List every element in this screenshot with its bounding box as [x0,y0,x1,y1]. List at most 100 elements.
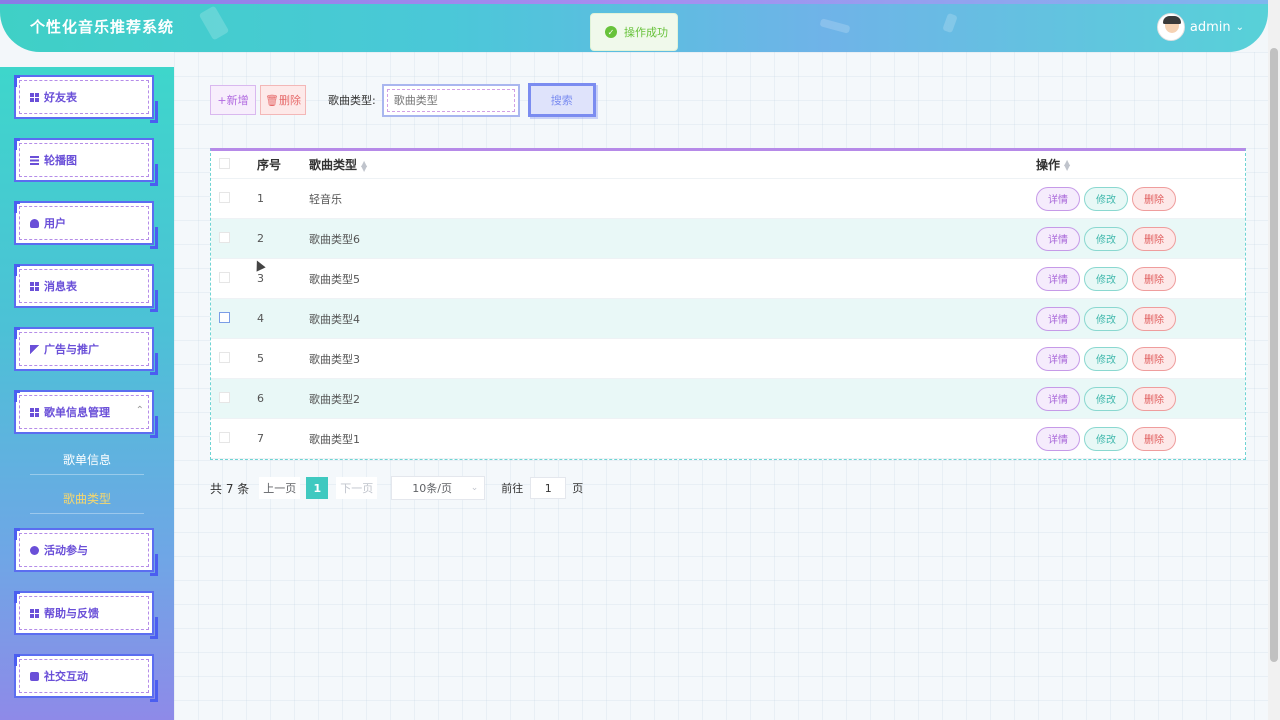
song-type-table: 序号 歌曲类型 ▲ ▼ 操作 ▲ ▼ 1 轻音乐 详情 修改 删除 2 歌曲类型6 详情… [210,148,1246,460]
sidebar-item-carousel[interactable]: 轮播图 [14,138,158,186]
pagination: 共 7 条 上一页 1 下一页 10条/页 ⌄ 前往 1 页 [210,476,583,500]
row-index: 3 [257,272,264,285]
detail-button[interactable]: 详情 [1036,186,1080,211]
edit-button[interactable]: 修改 [1084,346,1128,371]
sidebar-item-messages[interactable]: 消息表 [14,264,158,312]
grid-icon [30,608,39,618]
remove-button[interactable]: 删除 [1132,226,1176,251]
sidebar-item-activity[interactable]: 活动参与 [14,528,158,576]
column-header-index: 序号 [257,158,282,172]
remove-button[interactable]: 删除 [1132,346,1176,371]
search-button[interactable]: 搜索 [527,83,596,117]
table-row: 4 歌曲类型4 详情 修改 删除 [211,299,1245,339]
column-header-type-label: 歌曲类型 [309,158,358,172]
sidebar-item-label: 轮播图 [44,154,77,167]
page-scrollbar[interactable] [1268,0,1280,720]
next-page-button[interactable]: 下一页 [336,477,378,499]
row-type: 歌曲类型5 [309,272,360,286]
delete-button[interactable]: 🗑 删除 [260,85,306,115]
column-header-ops-label: 操作 [1036,158,1061,172]
sidebar-item-label: 消息表 [44,280,77,293]
row-checkbox[interactable] [219,311,230,323]
row-checkbox[interactable] [219,391,230,403]
submenu-item-playlist-info[interactable]: 歌单信息 [30,445,144,475]
row-index: 2 [257,232,264,245]
grid-icon [30,92,39,102]
detail-button[interactable]: 详情 [1036,226,1080,251]
table-row: 2 歌曲类型6 详情 修改 删除 [211,219,1245,259]
page-number-current[interactable]: 1 [306,477,329,499]
remove-button[interactable]: 删除 [1132,266,1176,291]
avatar[interactable] [1156,13,1185,41]
check-icon [30,671,39,681]
user-menu[interactable]: admin ⌄ [1156,13,1244,41]
row-checkbox[interactable] [219,351,230,363]
grid-icon [30,281,39,291]
add-button[interactable]: +新增 [210,85,256,115]
detail-button[interactable]: 详情 [1036,426,1080,451]
sidebar-item-label: 社交互动 [44,670,88,683]
row-checkbox[interactable] [219,191,230,203]
row-checkbox[interactable] [219,231,230,243]
column-header-ops[interactable]: 操作 ▲ ▼ [1036,156,1245,173]
sidebar-item-label: 活动参与 [44,544,88,557]
row-checkbox[interactable] [219,271,230,283]
chevron-down-icon[interactable]: ⌄ [1236,22,1244,33]
song-type-filter[interactable] [381,83,520,117]
ad-icon [30,344,39,354]
username[interactable]: admin [1190,20,1231,35]
row-type: 歌曲类型1 [309,432,360,446]
song-type-input[interactable] [386,88,515,112]
remove-button[interactable]: 删除 [1132,186,1176,211]
row-index: 7 [257,432,264,445]
chevron-up-icon[interactable]: ⌃ [136,405,144,416]
toast-message: 操作成功 [624,26,668,39]
goto-page-input[interactable]: 1 [530,477,567,499]
success-toast: ✓ 操作成功 [590,13,678,51]
edit-button[interactable]: 修改 [1084,306,1128,331]
detail-button[interactable]: 详情 [1036,386,1080,411]
edit-button[interactable]: 修改 [1084,226,1128,251]
sidebar-item-label: 歌单信息管理 [44,406,110,419]
remove-button[interactable]: 删除 [1132,426,1176,451]
edit-button[interactable]: 修改 [1084,426,1128,451]
detail-button[interactable]: 详情 [1036,266,1080,291]
table-row: 1 轻音乐 详情 修改 删除 [211,179,1245,219]
column-header-type[interactable]: 歌曲类型 ▲ ▼ [309,156,1036,173]
edit-button[interactable]: 修改 [1084,186,1128,211]
sort-icon[interactable]: ▲ ▼ [1064,158,1070,171]
row-type: 歌曲类型4 [309,312,360,326]
edit-button[interactable]: 修改 [1084,266,1128,291]
list-icon [30,155,39,165]
sidebar: 好友表 轮播图 用户 消息表 广告与推广 歌单信息管理 ⌃ 歌单信息 歌曲类型 … [0,67,174,720]
check-circle-icon: ✓ [605,26,617,38]
row-index: 4 [257,312,264,325]
sort-icon[interactable]: ▲ ▼ [361,159,367,172]
select-all-checkbox[interactable] [219,157,230,169]
sidebar-item-label: 广告与推广 [44,343,99,356]
toolbar: +新增 🗑删除 歌曲类型: 搜索 [210,83,596,117]
sidebar-item-social[interactable]: 社交互动 [14,654,158,702]
trash-icon: 🗑 [265,93,279,107]
row-type: 歌曲类型2 [309,392,360,406]
sidebar-item-help[interactable]: 帮助与反馈 [14,591,158,639]
user-icon [30,218,39,228]
detail-button[interactable]: 详情 [1036,346,1080,371]
table-row: 3 歌曲类型5 详情 修改 删除 [211,259,1245,299]
sidebar-item-friends[interactable]: 好友表 [14,75,158,123]
page-size-select[interactable]: 10条/页 ⌄ [391,476,486,500]
sidebar-item-label: 好友表 [44,91,77,104]
detail-button[interactable]: 详情 [1036,306,1080,331]
circle-icon [30,545,39,555]
remove-button[interactable]: 删除 [1132,306,1176,331]
sidebar-item-playlist-management[interactable]: 歌单信息管理 ⌃ [14,390,158,438]
sidebar-item-users[interactable]: 用户 [14,201,158,249]
sidebar-item-ads[interactable]: 广告与推广 [14,327,158,375]
prev-page-button[interactable]: 上一页 [259,477,301,499]
scrollbar-thumb[interactable] [1270,48,1278,662]
submenu-item-song-type[interactable]: 歌曲类型 [30,484,144,514]
row-checkbox[interactable] [219,431,230,443]
remove-button[interactable]: 删除 [1132,386,1176,411]
edit-button[interactable]: 修改 [1084,386,1128,411]
goto-label: 前往 [501,482,524,495]
